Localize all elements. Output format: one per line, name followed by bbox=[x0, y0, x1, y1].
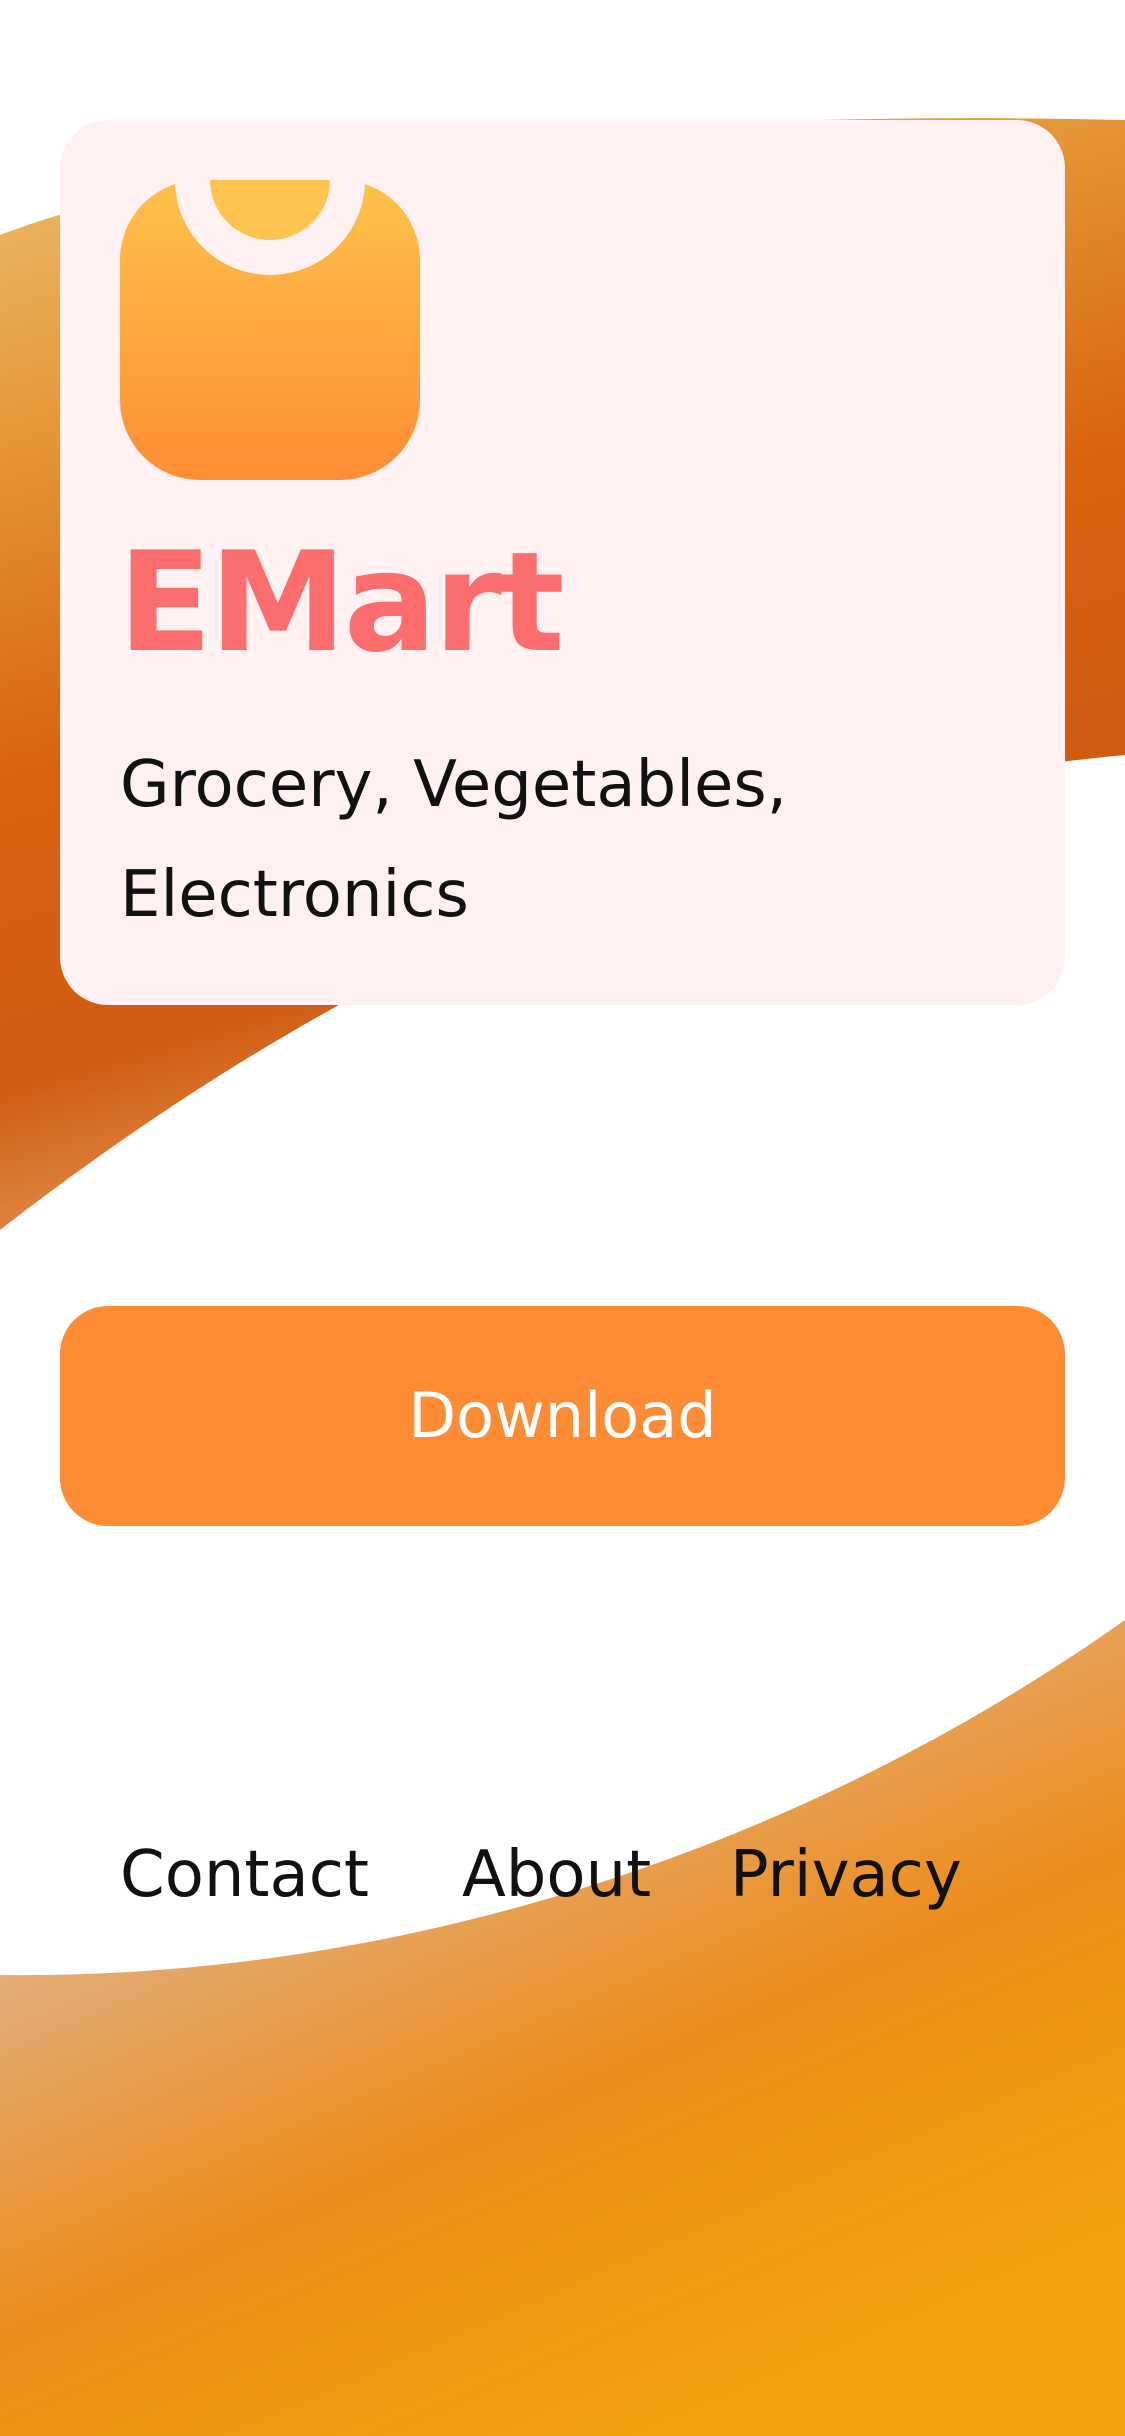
footer-link-contact[interactable]: Contact bbox=[120, 1830, 369, 1920]
app-card: EMart Grocery, Vegetables, Electronics bbox=[60, 120, 1065, 1005]
footer-link-privacy[interactable]: Privacy bbox=[730, 1830, 962, 1920]
download-button[interactable]: Download bbox=[60, 1306, 1065, 1526]
app-title: EMart bbox=[118, 522, 565, 683]
app-tagline: Grocery, Vegetables, Electronics bbox=[120, 748, 788, 932]
footer-link-about[interactable]: About bbox=[462, 1830, 651, 1920]
shopping-bag-icon bbox=[120, 180, 420, 480]
